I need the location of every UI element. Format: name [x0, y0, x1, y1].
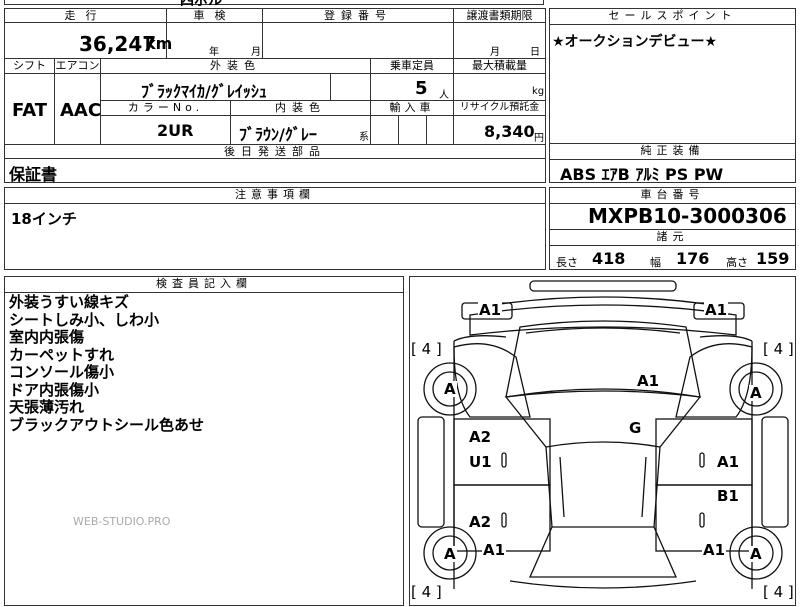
- inspector-notes: 外装うすい線キズ シートしみ小、しわ小 室内内張傷 カーペットすれ コンソール傷…: [9, 293, 205, 434]
- caution-value: 18インチ: [11, 210, 77, 228]
- note-line: カーペットすれ: [9, 345, 115, 364]
- chassis-label: 車台番号: [550, 188, 795, 204]
- recycle-label: リサイクル預託金: [459, 102, 540, 113]
- mark-b1-right: B1: [716, 487, 740, 505]
- note-line: 外装うすい線キズ: [9, 293, 130, 311]
- note-line: ブラックアウトシール色あせ: [9, 415, 205, 434]
- mark-tire-rear-left: [ 4 ]: [410, 583, 443, 601]
- capacity-unit: 人: [439, 90, 449, 101]
- max-load-unit: kg: [532, 86, 545, 97]
- mark-tire-rear-right: [ 4 ]: [762, 583, 795, 601]
- mark-a1-front-left: A1: [478, 301, 503, 319]
- import-label: 輸入車: [389, 101, 435, 114]
- interior-color-value: ﾌﾞﾗｳﾝ/ｸﾞﾚｰ: [239, 125, 317, 144]
- mark-a1-right: A1: [716, 453, 741, 471]
- width-label: 幅: [650, 256, 661, 269]
- ac-value: AAC: [60, 100, 102, 121]
- chassis-panel: 車台番号 MXPB10-3000306: [549, 187, 796, 230]
- equipment-panel: 純正装備 ABS ｴｱB ｱﾙﾐ PS PW: [549, 143, 796, 184]
- color-no-label: カラーNo.: [127, 101, 204, 114]
- mark-g-windshield: G: [628, 419, 643, 437]
- sales-point-panel: セールスポイント ★オークションデビュー★: [549, 8, 796, 144]
- ac-label: エアコン: [55, 59, 100, 72]
- transfer-day-unit: 日: [530, 47, 540, 58]
- watermark: WEB-STUDIO.PRO: [73, 515, 171, 528]
- sales-point-label: セールスポイント: [550, 9, 795, 25]
- capacity-value: 5: [415, 78, 428, 99]
- equipment-value: ABS ｴｱB ｱﾙﾐ PS PW: [560, 165, 724, 184]
- later-parts-value: 保証書: [9, 165, 58, 184]
- shift-label: シフト: [13, 59, 46, 72]
- chassis-value: MXPB10-3000306: [588, 204, 787, 228]
- interior-color-suffix: 系: [359, 132, 369, 143]
- sales-point-value: ★オークションデビュー★: [552, 34, 718, 50]
- specs-panel: 諸元 長さ 418 幅 176 高さ 159: [549, 229, 796, 270]
- mark-wheel-rear-right: A: [749, 545, 763, 563]
- inspection-label: 車検: [193, 9, 236, 22]
- note-line: 室内内張傷: [9, 328, 85, 346]
- mark-a2-left: A2: [468, 428, 493, 446]
- vehicle-info-grid: 走行 車検 登録番号 譲渡書類期限 36,247 km 年 月 月 日 シフト …: [4, 8, 546, 184]
- mark-a2-left-rear: A2: [468, 513, 493, 531]
- interior-color-label: 内装色: [275, 101, 326, 114]
- mark-tire-front-right: [ 4 ]: [762, 340, 795, 358]
- mark-wheel-rear-left: A: [443, 545, 457, 563]
- caution-label: 注意事項欄: [5, 188, 545, 204]
- mark-tire-front-left: [ 4 ]: [410, 340, 443, 358]
- recycle-unit: 円: [534, 133, 544, 144]
- note-line: シートしみ小、しわ小: [9, 310, 160, 329]
- length-label: 長さ: [556, 256, 578, 269]
- color-no-value: 2UR: [157, 121, 194, 140]
- inspection-year-unit: 年: [209, 47, 219, 58]
- equipment-label: 純正装備: [550, 144, 795, 160]
- registration-value-cell: [263, 23, 454, 59]
- length-value: 418: [592, 249, 626, 268]
- damage-diagram-panel: A1 A1 [ 4 ] [ 4 ] A A A1 G A2 U1 A1 B1 A…: [409, 276, 796, 606]
- max-load-label: 最大積載量: [472, 59, 527, 72]
- registration-label: 登録番号: [324, 9, 392, 22]
- recycle-value: 8,340: [484, 122, 535, 141]
- note-line: ドア内張傷小: [9, 380, 100, 399]
- mark-a1-rear-right: A1: [702, 541, 727, 559]
- caution-panel: 注意事項欄 18インチ: [4, 187, 546, 270]
- note-line: 天張薄汚れ: [9, 398, 85, 416]
- specs-label: 諸元: [550, 230, 795, 246]
- mark-a1-rear-left: A1: [482, 541, 507, 559]
- width-value: 176: [676, 249, 710, 268]
- capacity-label: 乗車定員: [390, 59, 434, 72]
- top-partial-row: [4, 0, 544, 5]
- mileage-label: 走行: [64, 9, 107, 22]
- mark-a1-front-right: A1: [704, 301, 729, 319]
- mark-u1-left: U1: [468, 453, 493, 471]
- inspector-panel: 検査員記入欄 外装うすい線キズ シートしみ小、しわ小 室内内張傷 カーペットすれ…: [4, 276, 404, 606]
- mark-wheel-front-left: A: [443, 380, 457, 398]
- height-label: 高さ: [726, 256, 748, 269]
- exterior-color-value: ﾌﾞﾗｯｸﾏｲｶ/ｸﾞﾚｲｯｼｭ: [141, 82, 267, 101]
- mark-wheel-front-right: A: [749, 384, 763, 402]
- exterior-color-label: 外装色: [210, 59, 261, 72]
- shift-value: FAT: [12, 100, 48, 121]
- inspection-month-unit: 月: [251, 47, 261, 58]
- mark-a1-hood: A1: [636, 372, 661, 390]
- transfer-label: 譲渡書類期限: [466, 9, 533, 22]
- note-line: コンソール傷小: [9, 363, 115, 381]
- height-value: 159: [756, 249, 790, 268]
- later-parts-label: 後日発送部品: [224, 145, 326, 158]
- transfer-month-unit: 月: [490, 47, 500, 58]
- inspector-label: 検査員記入欄: [5, 277, 403, 293]
